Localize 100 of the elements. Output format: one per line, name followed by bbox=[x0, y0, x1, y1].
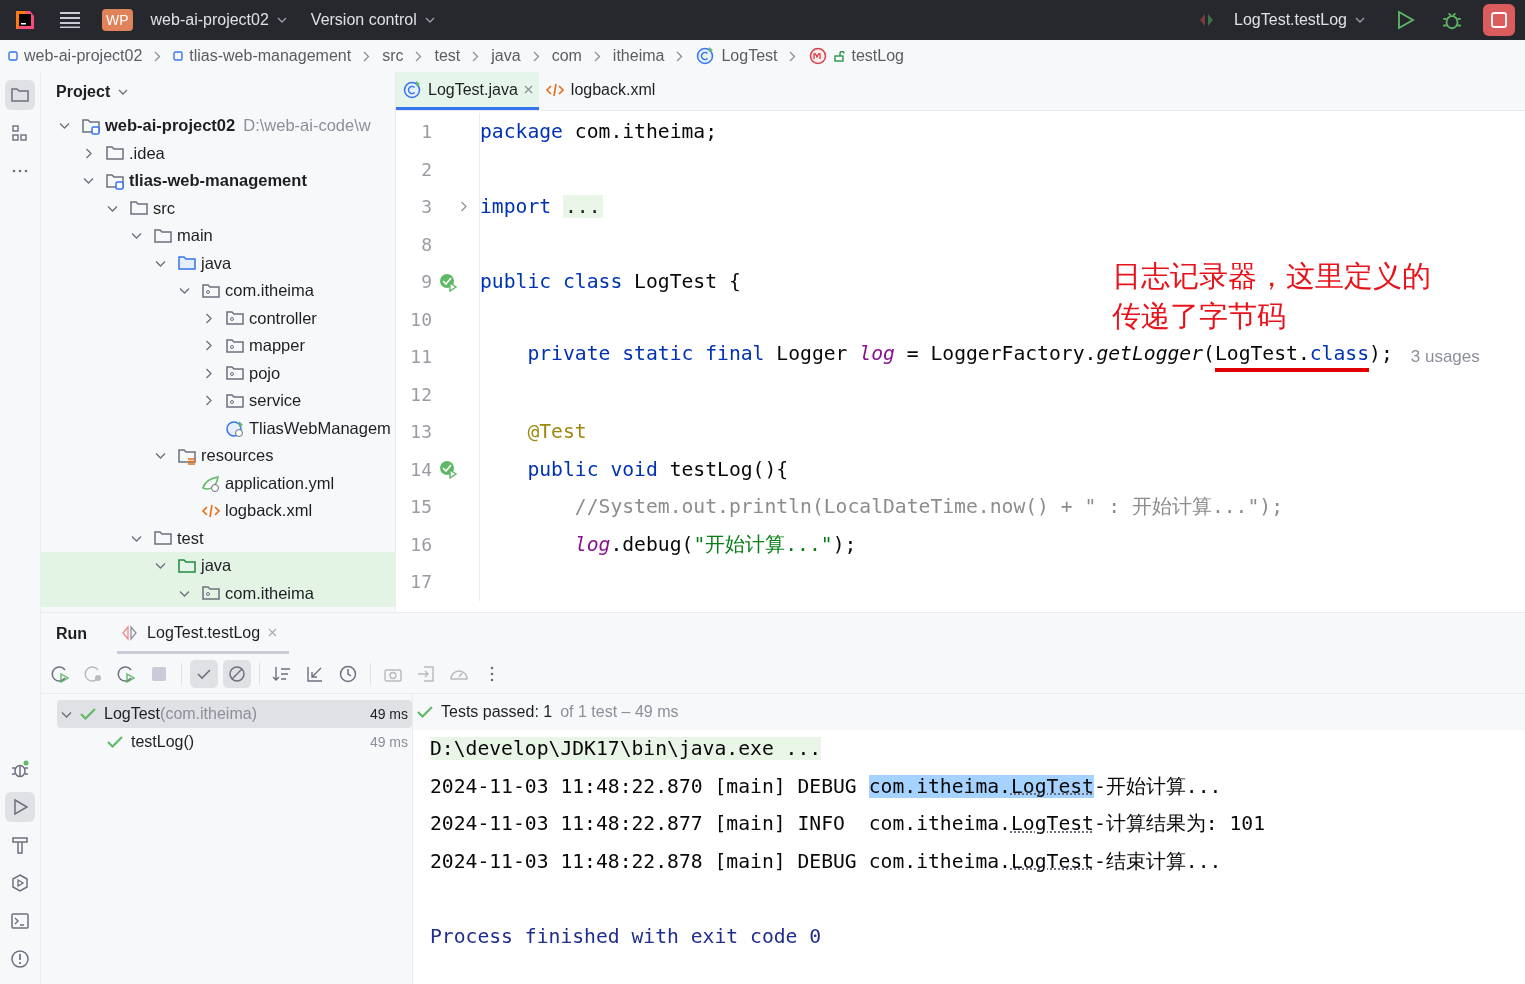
tree-item[interactable]: pojo bbox=[41, 359, 395, 387]
project-badge: WP bbox=[102, 9, 133, 31]
run-test-icon[interactable] bbox=[438, 271, 458, 292]
method-icon bbox=[808, 46, 829, 66]
log-message: -开始计算... bbox=[1093, 773, 1222, 800]
line-number: 8 bbox=[420, 233, 432, 255]
code-line: @Test bbox=[526, 420, 587, 444]
tree-item[interactable]: service bbox=[41, 387, 395, 415]
tree-item[interactable]: controller bbox=[41, 304, 395, 332]
chevron-right-icon bbox=[676, 50, 684, 62]
status-text: Tests passed: 1 bbox=[441, 703, 553, 721]
line-number: 14 bbox=[409, 458, 432, 480]
version-control-menu[interactable]: Version control bbox=[304, 7, 441, 33]
line-number: 3 bbox=[420, 196, 432, 218]
folder-icon bbox=[10, 85, 30, 105]
code-line: public void testLog(){ bbox=[526, 457, 789, 481]
log-prefix: 2024-11-03 11:48:22.877 [main] INFO bbox=[430, 812, 846, 836]
spring-class-icon bbox=[225, 418, 245, 439]
class-icon bbox=[695, 46, 716, 66]
breadcrumb-item[interactable]: java bbox=[491, 47, 521, 65]
code-line: public class LogTest { bbox=[480, 270, 741, 294]
check-icon bbox=[107, 735, 123, 749]
logger-name[interactable]: com.itheima.LogTest bbox=[868, 849, 1094, 873]
terminal-icon bbox=[10, 911, 30, 931]
chevron-down-icon bbox=[424, 17, 435, 23]
more-icon bbox=[10, 169, 30, 173]
project-selector[interactable]: web-ai-project02 bbox=[144, 7, 293, 33]
panel-title: Run bbox=[56, 625, 88, 643]
run-icon[interactable] bbox=[1397, 10, 1415, 30]
breadcrumb-item[interactable]: web-ai-project02 bbox=[24, 47, 143, 65]
tree-item[interactable]: test bbox=[41, 524, 395, 552]
app-logo-icon[interactable] bbox=[14, 9, 36, 31]
breadcrumb-item[interactable]: com bbox=[551, 47, 582, 65]
stop-button[interactable] bbox=[1483, 4, 1515, 36]
folder-tool-button[interactable] bbox=[5, 80, 35, 110]
breadcrumb-item[interactable]: test bbox=[434, 47, 461, 65]
chevron-right-icon bbox=[154, 50, 162, 62]
annotation-note: 日志记录器，这里定义的 传递了字节码 bbox=[1112, 258, 1431, 335]
tree-item[interactable]: com.itheima bbox=[41, 579, 395, 607]
breadcrumb-item[interactable]: testLog bbox=[851, 47, 904, 65]
run-tab[interactable]: LogTest.testLog bbox=[117, 614, 290, 654]
services-icon bbox=[10, 873, 30, 893]
tree-item[interactable]: web-ai-project02 D:\web-ai-code\w bbox=[41, 112, 395, 140]
logger-name[interactable]: com.itheima.LogTest bbox=[868, 812, 1094, 836]
chevron-down-icon bbox=[276, 17, 287, 23]
test-result-row[interactable]: LogTest(com.itheima) 49 ms bbox=[57, 700, 412, 728]
tree-item[interactable]: main bbox=[41, 222, 395, 250]
chevron-right-icon bbox=[363, 50, 371, 62]
code-line: //System.out.println(LocalDateTime.now() + " : 开始计算..."); bbox=[573, 494, 1284, 521]
line-number: 12 bbox=[409, 383, 432, 405]
editor-tab[interactable]: logback.xml bbox=[538, 72, 662, 110]
tree-item[interactable]: src bbox=[41, 194, 395, 222]
chevron-icon bbox=[203, 312, 214, 324]
structure-icon bbox=[10, 123, 30, 143]
run-configuration-selector[interactable]: LogTest.testLog bbox=[1228, 7, 1371, 33]
close-icon[interactable] bbox=[523, 85, 533, 94]
line-number: 1 bbox=[420, 121, 432, 143]
logger-name[interactable]: com.itheima.LogTest bbox=[868, 774, 1094, 798]
log-prefix: 2024-11-03 11:48:22.870 [main] DEBUG bbox=[430, 774, 857, 798]
chevron-icon bbox=[203, 340, 214, 352]
code-line: private static final Logger log = LoggerFactory.getLogger(LogTest.class); bbox=[480, 341, 1393, 372]
breadcrumb-item[interactable]: LogTest bbox=[721, 47, 778, 65]
close-icon[interactable] bbox=[268, 628, 278, 637]
chevron-icon bbox=[131, 230, 142, 242]
check-icon bbox=[80, 707, 96, 721]
chevron-icon bbox=[83, 147, 94, 159]
tree-item[interactable]: resources bbox=[41, 442, 395, 470]
panel-title[interactable]: Project bbox=[56, 83, 111, 101]
module-icon bbox=[173, 51, 184, 61]
chevron-icon bbox=[59, 120, 70, 132]
tree-item[interactable]: com.itheima bbox=[41, 277, 395, 305]
chevron-icon bbox=[203, 367, 214, 379]
code-line: log.debug("开始计算..."); bbox=[573, 531, 857, 558]
tree-item[interactable]: java bbox=[41, 249, 395, 277]
run-test-icon[interactable] bbox=[438, 459, 458, 480]
code-line: import ... bbox=[480, 195, 603, 219]
tree-item[interactable]: tlias-web-management bbox=[41, 167, 395, 195]
menu-icon[interactable] bbox=[60, 12, 80, 28]
test-result-row[interactable]: testLog() 49 ms bbox=[57, 728, 412, 756]
tree-item[interactable]: application.yml bbox=[41, 469, 395, 497]
lock-open-icon bbox=[834, 50, 846, 62]
ignored-icon[interactable] bbox=[223, 660, 251, 688]
breadcrumb-item[interactable]: tlias-web-management bbox=[189, 47, 352, 65]
breadcrumb-item[interactable]: src bbox=[382, 47, 404, 65]
chevron-icon bbox=[203, 395, 214, 407]
tree-item[interactable]: TliasWebManagem bbox=[41, 414, 395, 442]
tree-item[interactable]: java bbox=[41, 552, 395, 580]
run-tool-button[interactable] bbox=[5, 792, 35, 822]
editor-tab[interactable]: LogTest.java bbox=[396, 72, 539, 110]
tree-item[interactable]: logback.xml bbox=[41, 497, 395, 525]
breadcrumb-item[interactable]: itheima bbox=[612, 47, 665, 65]
tree-item[interactable]: .idea bbox=[41, 139, 395, 167]
warning-icon bbox=[10, 949, 30, 969]
bug-icon bbox=[10, 759, 30, 779]
chevron-right-icon bbox=[593, 50, 601, 62]
stop-icon bbox=[1491, 12, 1507, 28]
tree-item[interactable]: mapper bbox=[41, 332, 395, 360]
passed-icon[interactable] bbox=[190, 660, 218, 688]
line-number: 2 bbox=[420, 158, 432, 180]
line-number: 9 bbox=[420, 271, 432, 293]
